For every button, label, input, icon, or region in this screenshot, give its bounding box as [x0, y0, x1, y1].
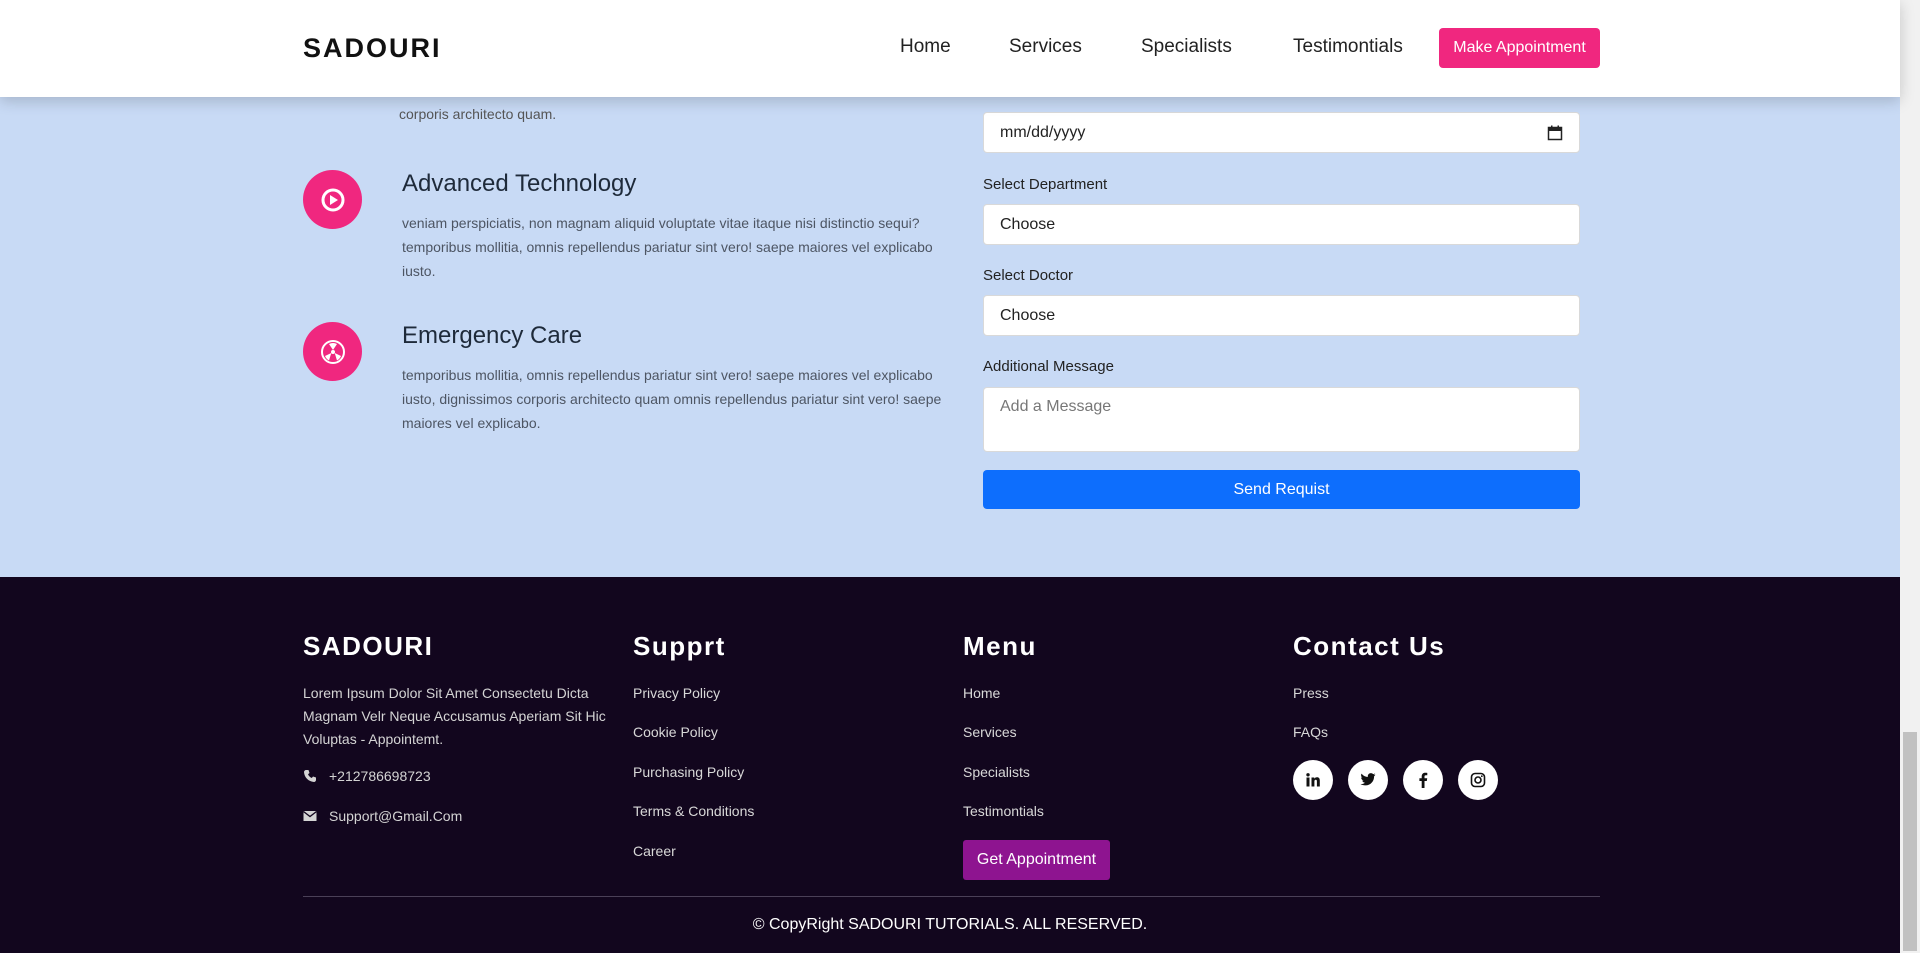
footer-description: Lorem Ipsum Dolor Sit Amet Consectetu Di…	[303, 685, 606, 747]
copyright-text: © CopyRight SADOURI TUTORIALS. ALL RESER…	[752, 916, 1148, 933]
feature-text: temporibus mollitia, omnis repellendus p…	[402, 367, 942, 431]
message-textarea[interactable]: Add a Message	[983, 387, 1580, 452]
footer-contact-title: Contact Us	[1293, 631, 1446, 661]
feature-title: Emergency Care	[402, 322, 583, 349]
department-select[interactable]: Choose	[983, 204, 1580, 245]
nav-home[interactable]: Home	[900, 36, 951, 58]
link-privacy-policy[interactable]: Privacy Policy	[633, 685, 720, 701]
scrollbar-thumb[interactable]	[1903, 732, 1917, 951]
link-terms-conditions[interactable]: Terms & Conditions	[633, 803, 754, 819]
twitter-icon[interactable]	[1348, 760, 1388, 800]
footer-divider	[303, 896, 1600, 897]
message-label: Additional Message	[983, 358, 1114, 375]
site-header: SADOURI Home Services Specialists Testim…	[0, 0, 1900, 97]
date-value: mm/dd/yyyy	[1000, 123, 1086, 141]
footer-menu-testimonials[interactable]: Testimontials	[963, 803, 1044, 819]
envelope-icon	[303, 810, 329, 822]
nav-testimonials[interactable]: Testimontials	[1293, 36, 1403, 58]
nav-specialists[interactable]: Specialists	[1141, 36, 1232, 58]
footer-menu-specialists[interactable]: Specialists	[963, 764, 1030, 780]
instagram-icon[interactable]	[1458, 760, 1498, 800]
link-career[interactable]: Career	[633, 843, 676, 859]
appointment-date-input[interactable]: mm/dd/yyyy	[983, 112, 1580, 153]
feature-text: veniam perspiciatis, non magnam aliquid …	[402, 215, 933, 279]
footer-email[interactable]: Support@Gmail.Com	[303, 808, 462, 824]
footer-support-title: Supprt	[633, 631, 726, 661]
doctor-label: Select Doctor	[983, 267, 1074, 284]
department-label: Select Department	[983, 176, 1108, 193]
link-faqs[interactable]: FAQs	[1293, 724, 1328, 740]
feature-text-partial: corporis architecto quam.	[399, 106, 557, 122]
doctor-select[interactable]: Choose	[983, 295, 1580, 336]
brand-logo[interactable]: SADOURI	[303, 33, 442, 64]
page-scrollbar[interactable]	[1900, 0, 1920, 953]
footer-menu-home[interactable]: Home	[963, 685, 1000, 701]
footer-menu-title: Menu	[963, 631, 1037, 661]
make-appointment-button[interactable]: Make Appointment	[1439, 28, 1600, 68]
nav-services[interactable]: Services	[1009, 36, 1082, 58]
site-footer: SADOURI Lorem Ipsum Dolor Sit Amet Conse…	[0, 577, 1900, 953]
appointment-section: corporis architecto quam. Advanced Techn…	[0, 97, 1900, 577]
calendar-icon[interactable]	[1547, 125, 1563, 146]
radiation-icon	[303, 322, 362, 381]
link-press[interactable]: Press	[1293, 685, 1329, 701]
footer-menu-services[interactable]: Services	[963, 724, 1017, 740]
play-circle-icon	[303, 170, 362, 229]
send-request-button[interactable]: Send Requist	[983, 470, 1580, 509]
linkedin-icon[interactable]	[1293, 760, 1333, 800]
phone-number: +212786698723	[329, 768, 431, 784]
link-purchasing-policy[interactable]: Purchasing Policy	[633, 764, 744, 780]
facebook-icon[interactable]	[1403, 760, 1443, 800]
footer-brand: SADOURI	[303, 631, 434, 661]
get-appointment-button[interactable]: Get Appointment	[963, 840, 1110, 880]
email-address: Support@Gmail.Com	[329, 808, 463, 824]
footer-phone[interactable]: +212786698723	[303, 768, 431, 784]
phone-icon	[303, 769, 329, 783]
feature-title: Advanced Technology	[402, 170, 637, 197]
link-cookie-policy[interactable]: Cookie Policy	[633, 724, 718, 740]
